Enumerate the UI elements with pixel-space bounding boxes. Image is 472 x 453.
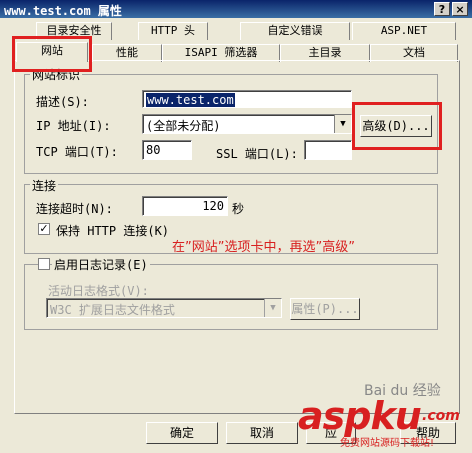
tab-http-headers[interactable]: HTTP 头 [138, 22, 208, 40]
enable-logging-checkbox[interactable] [38, 258, 50, 270]
description-label: 描述(S): [36, 95, 89, 109]
tab-custom-errors[interactable]: 自定义错误 [240, 22, 350, 40]
highlight-advanced-button [352, 102, 442, 150]
log-format-select: W3C 扩展日志文件格式 ▼ [46, 298, 282, 318]
ip-label: IP 地址(I): [36, 119, 111, 133]
title-bar: www.test.com 属性 ? × [0, 0, 472, 18]
chevron-down-icon: ▼ [264, 299, 281, 317]
connection-legend: 连接 [30, 177, 59, 194]
highlight-website-tab [12, 36, 92, 72]
keepalive-checkbox[interactable]: ✓ [38, 223, 50, 235]
aspku-subtitle: 免费网站源码下载站! [340, 438, 435, 449]
instruction-annotation: 在”网站”选项卡中，再选”高级” [172, 240, 355, 255]
properties-button: 属性(P)... [290, 298, 360, 320]
log-format-value: W3C 扩展日志文件格式 [50, 303, 175, 317]
enable-logging-label: 启用日志记录(E) [52, 256, 150, 273]
close-button[interactable]: × [452, 2, 468, 16]
timeout-input[interactable]: 120 [142, 196, 228, 216]
ssl-port-label: SSL 端口(L): [216, 147, 298, 161]
help-button[interactable]: ? [434, 2, 450, 16]
timeout-unit: 秒 [232, 202, 245, 216]
keepalive-label: 保持 HTTP 连接(K) [56, 224, 170, 238]
tcp-port-label: TCP 端口(T): [36, 145, 118, 159]
description-input[interactable]: www.test.com [142, 90, 352, 108]
log-format-label: 活动日志格式(V): [48, 284, 149, 298]
timeout-label: 连接超时(N): [36, 202, 113, 216]
cancel-button[interactable]: 取消 [226, 422, 298, 444]
ok-button[interactable]: 确定 [146, 422, 218, 444]
ip-select[interactable]: (全部未分配) ▼ [142, 114, 352, 134]
aspku-logo: aspku [298, 394, 422, 438]
window-title: www.test.com 属性 [4, 4, 122, 18]
ssl-port-input[interactable] [304, 140, 352, 160]
description-value: www.test.com [146, 93, 235, 107]
chevron-down-icon[interactable]: ▼ [334, 115, 351, 133]
aspku-domain-suffix: .com [422, 408, 460, 424]
ip-value: (全部未分配) [146, 119, 221, 133]
tab-aspnet[interactable]: ASP.NET [352, 22, 456, 40]
tcp-port-input[interactable]: 80 [142, 140, 192, 160]
